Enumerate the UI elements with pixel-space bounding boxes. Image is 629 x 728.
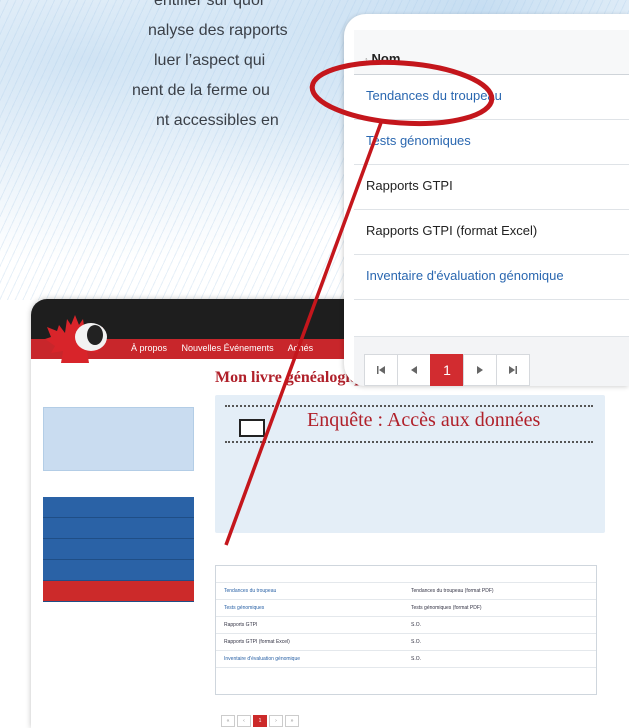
- inset-table: ↕ Nom Tendances du troupeau Tests génomiq…: [354, 30, 629, 300]
- report-label: Rapports GTPI (format Excel): [366, 223, 538, 238]
- table-row[interactable]: Inventaire d'évaluation génomique S.O.: [216, 651, 596, 668]
- side-menu-item[interactable]: [43, 497, 194, 518]
- table-header-row[interactable]: ↕ Nom: [354, 30, 629, 75]
- table-cell: S.O.: [411, 639, 422, 645]
- side-menu-item[interactable]: [43, 539, 194, 560]
- table-row[interactable]: Tests génomiques Tests génomiques (forma…: [216, 600, 596, 617]
- table-row[interactable]: Rapports GTPI S.O.: [216, 617, 596, 634]
- nav-item[interactable]: À propos: [131, 343, 167, 353]
- reports-table: Tendances du troupeau Tendances du troup…: [215, 565, 597, 695]
- report-label: Rapports GTPI: [366, 178, 453, 193]
- cursor-screen-icon: [239, 419, 265, 437]
- pager-prev-button[interactable]: ‹: [237, 715, 251, 727]
- prev-page-button[interactable]: [397, 354, 431, 386]
- inset-pager-area: 1: [354, 336, 629, 386]
- intro-line: nt accessibles en: [156, 112, 279, 129]
- side-menu-item[interactable]: [43, 581, 194, 602]
- intro-paragraph: entifier sur quoi nalyse des rapports lu…: [0, 0, 288, 136]
- report-link[interactable]: Inventaire d'évaluation génomique: [366, 268, 564, 283]
- intro-line: nalyse des rapports: [148, 22, 288, 39]
- survey-banner[interactable]: Enquête : Accès aux données: [215, 395, 605, 533]
- pager-first-button[interactable]: «: [221, 715, 235, 727]
- first-page-button[interactable]: [364, 354, 398, 386]
- table-cell: Rapports GTPI: [224, 622, 258, 628]
- sort-icon: ↕: [364, 55, 369, 65]
- table-row[interactable]: Rapports GTPI (format Excel) S.O.: [216, 634, 596, 651]
- intro-line: entifier sur quoi: [154, 0, 264, 9]
- maple-leaf-logo-icon: [45, 315, 107, 363]
- report-link[interactable]: Tests génomiques: [366, 133, 471, 148]
- prev-page-icon: [411, 366, 417, 374]
- table-cell: Tests génomiques (format PDF): [411, 605, 482, 611]
- table-row[interactable]: Tendances du troupeau Tendances du troup…: [216, 583, 596, 600]
- zoom-inset-panel: ↕ Nom Tendances du troupeau Tests génomiq…: [344, 14, 629, 386]
- table-cell[interactable]: Inventaire d'évaluation génomique: [224, 656, 300, 662]
- next-page-button[interactable]: [463, 354, 497, 386]
- table-cell[interactable]: Tests génomiques: [224, 605, 264, 611]
- table-cell: Tendances du troupeau (format PDF): [411, 588, 494, 594]
- table-cell: S.O.: [411, 656, 422, 662]
- survey-title: Enquête : Accès aux données: [307, 409, 541, 431]
- nav-item[interactable]: Adhés: [288, 343, 314, 353]
- table-row: Rapports GTPI: [354, 165, 629, 210]
- table-row: Rapports GTPI (format Excel): [354, 210, 629, 255]
- next-page-icon: [477, 366, 483, 374]
- table-cell: S.O.: [411, 622, 422, 628]
- app-nav-items: À propos Nouvelles Événements Adhés: [131, 343, 325, 353]
- report-link[interactable]: Tendances du troupeau: [366, 88, 502, 103]
- column-header-label: Nom: [371, 51, 401, 66]
- pager-current-page[interactable]: 1: [253, 715, 267, 727]
- table-row[interactable]: Tendances du troupeau: [354, 75, 629, 120]
- table-cell[interactable]: Tendances du troupeau: [224, 588, 276, 594]
- last-page-icon: [509, 366, 517, 374]
- last-page-button[interactable]: [496, 354, 530, 386]
- pager-next-button[interactable]: ›: [269, 715, 283, 727]
- current-page-button[interactable]: 1: [430, 354, 464, 386]
- side-menu-item[interactable]: [43, 518, 194, 539]
- side-menu-item[interactable]: [43, 560, 194, 581]
- side-info-box: [43, 407, 194, 471]
- table-row[interactable]: Inventaire d'évaluation génomique: [354, 255, 629, 300]
- table-header-row: [216, 566, 596, 583]
- pager-last-button[interactable]: »: [285, 715, 299, 727]
- pagination: 1: [364, 354, 530, 386]
- table-cell: Rapports GTPI (format Excel): [224, 639, 290, 645]
- first-page-icon: [377, 366, 385, 374]
- intro-line: nent de la ferme ou: [132, 82, 270, 99]
- side-menu: [43, 497, 194, 602]
- nav-item[interactable]: Nouvelles Événements: [182, 343, 274, 353]
- intro-line: luer l’aspect qui: [154, 52, 266, 69]
- table-row[interactable]: Tests génomiques: [354, 120, 629, 165]
- column-header-nom[interactable]: ↕ Nom: [364, 51, 400, 66]
- app-pager: «‹ 1 ›»: [221, 709, 301, 727]
